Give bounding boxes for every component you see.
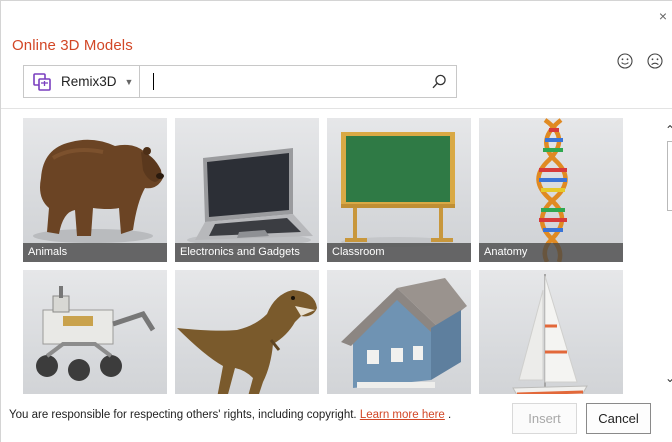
scroll-down-arrow[interactable]: ⌄ — [665, 372, 672, 384]
search-bar: Remix3D ▼ — [23, 65, 457, 98]
copyright-notice: You are responsible for respecting other… — [9, 409, 451, 421]
notice-period: . — [448, 409, 452, 421]
dna-model-image — [536, 118, 568, 262]
cancel-button[interactable]: Cancel — [586, 403, 651, 434]
learn-more-link[interactable]: Learn more here — [360, 409, 445, 421]
search-icon[interactable] — [430, 73, 448, 91]
dinosaur-model-image — [177, 290, 317, 394]
tile-anatomy[interactable]: Anatomy — [479, 118, 623, 262]
notice-text: You are responsible for respecting other… — [9, 409, 357, 421]
sailboat-model-image — [512, 274, 588, 394]
model-grid: Animals Electronics and Gadgets Classroo… — [23, 118, 633, 394]
dialog-title: Online 3D Models — [12, 37, 133, 54]
scroll-up-arrow[interactable]: ⌃ — [665, 124, 672, 136]
tile-caption: Anatomy — [479, 243, 623, 262]
insert-button[interactable]: Insert — [512, 403, 577, 434]
tile-house[interactable] — [327, 270, 471, 394]
bear-model-image — [33, 139, 164, 243]
tile-classroom[interactable]: Classroom — [327, 118, 471, 262]
close-icon[interactable]: × — [656, 9, 670, 23]
tile-electronics-and-gadgets[interactable]: Electronics and Gadgets — [175, 118, 319, 262]
chevron-down-icon: ▼ — [124, 76, 134, 87]
text-cursor — [153, 73, 154, 90]
house-model-image — [341, 278, 467, 388]
smile-icon[interactable] — [615, 51, 635, 71]
chalkboard-model-image — [341, 132, 455, 247]
frown-icon[interactable] — [645, 51, 665, 71]
search-input[interactable] — [150, 70, 420, 92]
laptop-model-image — [187, 148, 313, 246]
header-divider — [1, 108, 672, 109]
online-3d-models-dialog: × Online 3D Models Remix3D ▼ Animals Ele… — [0, 0, 672, 442]
tile-animals[interactable]: Animals — [23, 118, 167, 262]
tile-dinosaur[interactable] — [175, 270, 319, 394]
rover-model-image — [36, 286, 156, 381]
tile-caption: Classroom — [327, 243, 471, 262]
tile-rover[interactable] — [23, 270, 167, 394]
provider-dropdown[interactable]: Remix3D ▼ — [24, 66, 140, 97]
remix3d-icon — [33, 72, 51, 91]
tile-caption: Electronics and Gadgets — [175, 243, 319, 262]
scrollbar-thumb[interactable] — [667, 141, 672, 211]
tile-sailboat[interactable] — [479, 270, 623, 394]
provider-label: Remix3D — [61, 74, 117, 89]
tile-caption: Animals — [23, 243, 167, 262]
